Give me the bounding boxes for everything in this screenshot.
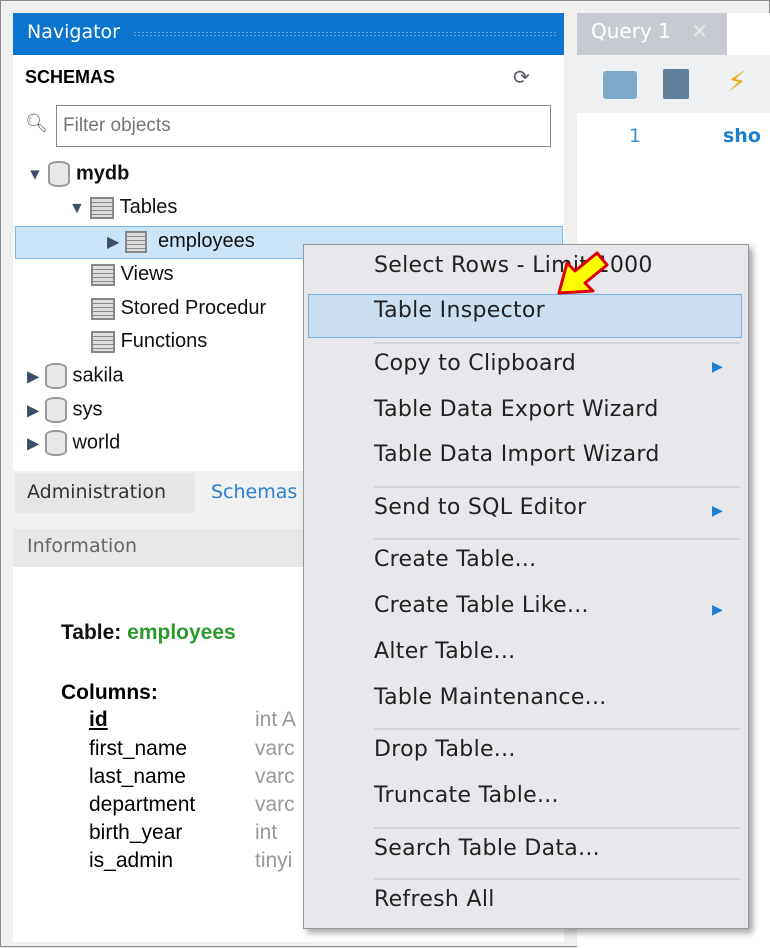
close-icon[interactable]: ✕ (691, 19, 708, 43)
tree-label: Functions (120, 330, 208, 352)
column-name: first_name (89, 737, 188, 760)
collapse-triangle-icon[interactable]: ▶ (27, 435, 39, 452)
submenu-arrow-icon: ▶ (712, 503, 723, 519)
pointer-arrow-icon (557, 251, 609, 295)
column-type: tinyi (255, 849, 293, 872)
execute-icon[interactable]: ⚡ (727, 65, 747, 98)
menu-item-table-maintenance[interactable]: Table Maintenance... (374, 685, 607, 710)
tree-item-sakila[interactable]: ▶ sakila (27, 363, 124, 389)
menu-item-search-table-data[interactable]: Search Table Data... (374, 836, 600, 861)
column-name: birth_year (89, 821, 183, 844)
menu-separator (374, 827, 740, 829)
tree-item-mydb[interactable]: ▼ mydb (27, 161, 129, 187)
table-icon (124, 230, 147, 253)
tab-schemas[interactable]: Schemas (211, 481, 297, 503)
tree-label: Stored Procedur (120, 297, 267, 319)
database-icon (44, 430, 67, 456)
menu-item-import-wizard[interactable]: Table Data Import Wizard (374, 442, 660, 467)
tab-query-1[interactable]: Query 1 ✕ (577, 13, 727, 55)
tree-item-sys[interactable]: ▶ sys (27, 397, 102, 423)
tables-folder-icon (90, 196, 115, 219)
collapse-triangle-icon[interactable]: ▶ (27, 402, 39, 419)
column-type: int A (255, 708, 296, 731)
column-type: varc (255, 765, 295, 788)
menu-item-refresh-all[interactable]: Refresh All (374, 887, 495, 912)
tree-label: Views (120, 263, 174, 285)
tree-item-views[interactable]: Views (91, 263, 174, 286)
tree-item-functions[interactable]: Functions (91, 330, 207, 353)
open-folder-icon[interactable] (603, 71, 637, 99)
filter-input[interactable] (56, 105, 551, 147)
collapse-triangle-icon[interactable]: ▶ (107, 234, 119, 251)
tree-label: sakila (72, 364, 124, 387)
menu-item-create-table[interactable]: Create Table... (374, 547, 536, 572)
menu-separator (374, 342, 740, 344)
table-name: employees (127, 621, 236, 644)
column-type: varc (255, 737, 295, 760)
context-menu: Select Rows - Limit 1000 Table Inspector… (303, 244, 749, 929)
sql-code[interactable]: sho (723, 125, 761, 147)
expand-triangle-icon[interactable]: ▼ (69, 200, 85, 217)
menu-item-export-wizard[interactable]: Table Data Export Wizard (374, 397, 659, 422)
tree-label: world (72, 431, 121, 454)
database-icon (44, 363, 67, 389)
schemas-label: SCHEMAS (25, 67, 116, 87)
menu-item-table-inspector[interactable]: Table Inspector (374, 298, 545, 323)
submenu-arrow-icon: ▶ (712, 602, 723, 618)
expand-triangle-icon[interactable]: ▼ (27, 166, 43, 183)
search-icon: 🔍︎ (25, 113, 48, 134)
tree-item-world[interactable]: ▶ world (27, 430, 120, 456)
menu-separator (374, 538, 740, 540)
column-name: id (89, 708, 108, 731)
tree-label: Tables (119, 196, 178, 218)
tab-label: Query 1 (591, 19, 671, 43)
tree-label: sys (72, 398, 103, 421)
line-number: 1 (629, 125, 642, 147)
menu-separator (374, 878, 740, 880)
tree-item-tables[interactable]: ▼ Tables (69, 196, 177, 219)
table-label: Table: (61, 621, 122, 644)
navigator-header: Navigator (13, 13, 564, 55)
menu-item-truncate-table[interactable]: Truncate Table... (374, 783, 559, 808)
column-name: is_admin (89, 849, 174, 872)
menu-item-send-to-sql-editor[interactable]: Send to SQL Editor (374, 495, 587, 520)
database-icon (48, 161, 71, 187)
column-name: last_name (89, 765, 186, 788)
tree-label: mydb (75, 162, 130, 185)
menu-separator (374, 728, 740, 730)
info-table: Table: employees (61, 621, 236, 645)
tree-item-employees[interactable]: ▶ employees (107, 230, 255, 253)
menu-item-alter-table[interactable]: Alter Table... (374, 639, 515, 664)
procedures-icon (91, 297, 115, 320)
tree-item-stored-procedures[interactable]: Stored Procedur (91, 297, 266, 320)
menu-item-copy-to-clipboard[interactable]: Copy to Clipboard (374, 351, 576, 376)
column-type: varc (255, 793, 295, 816)
column-type: int (255, 821, 278, 844)
collapse-triangle-icon[interactable]: ▶ (27, 368, 39, 385)
column-name: department (89, 793, 196, 816)
refresh-icon[interactable]: ⟳ (513, 65, 530, 89)
views-icon (91, 263, 115, 286)
save-icon[interactable] (663, 69, 689, 99)
navigator-title: Navigator (27, 21, 120, 43)
submenu-arrow-icon: ▶ (712, 359, 723, 375)
database-icon (44, 397, 67, 423)
columns-label: Columns: (61, 681, 158, 704)
tree-label: employees (158, 230, 255, 252)
tab-administration[interactable]: Administration (15, 473, 195, 513)
menu-item-create-table-like[interactable]: Create Table Like... (374, 593, 589, 618)
functions-icon (91, 330, 115, 353)
menu-item-drop-table[interactable]: Drop Table... (374, 737, 516, 762)
menu-separator (374, 486, 740, 488)
